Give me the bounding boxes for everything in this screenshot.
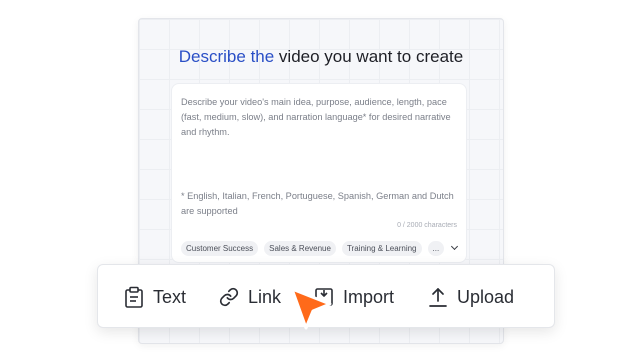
title-accent: Describe the: [178, 47, 275, 66]
link-icon: [219, 287, 239, 307]
chip-sales-revenue[interactable]: Sales & Revenue: [264, 240, 336, 256]
pointer-cursor-icon: [286, 284, 334, 337]
text-button-label: Text: [153, 286, 187, 307]
description-placeholder: Describe your video's main idea, purpose…: [181, 97, 451, 137]
text-button[interactable]: Text: [124, 265, 186, 329]
description-textarea[interactable]: Describe your video's main idea, purpose…: [171, 83, 467, 263]
clipboard-icon: [124, 286, 144, 308]
upload-icon: [428, 286, 448, 308]
chip-customer-success[interactable]: Customer Success: [181, 240, 259, 256]
chevron-down-icon[interactable]: [450, 243, 458, 253]
character-counter: 0 / 2000 characters: [397, 222, 457, 229]
topic-chips: Customer Success Sales & Revenue Trainin…: [181, 240, 458, 256]
page-title: Describe the video you want to create: [139, 47, 503, 67]
chip-more[interactable]: ...: [427, 240, 445, 256]
upload-button-label: Upload: [457, 286, 515, 307]
chip-training-learning[interactable]: Training & Learning: [341, 240, 422, 256]
import-button-label: Import: [343, 286, 395, 307]
language-note: * English, Italian, French, Portuguese, …: [181, 191, 454, 216]
title-rest: video you want to create: [274, 47, 464, 66]
upload-button[interactable]: Upload: [428, 265, 514, 329]
link-button[interactable]: Link: [219, 265, 281, 329]
link-button-label: Link: [248, 286, 282, 307]
